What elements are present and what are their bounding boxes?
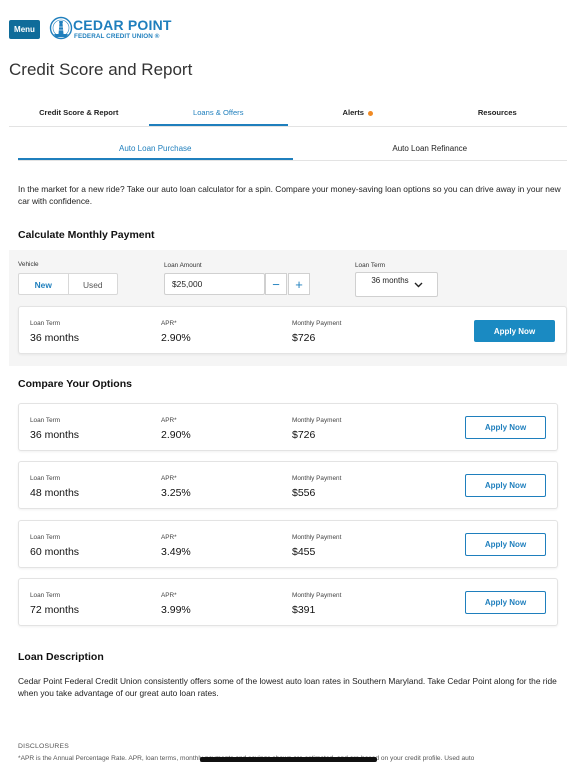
term-value: 36 months: [30, 429, 80, 441]
apr-label: APR*: [161, 417, 177, 424]
term-label: Loan Term: [30, 417, 61, 424]
apr-value: 3.49%: [161, 546, 191, 558]
term-value: 60 months: [30, 546, 80, 558]
loan-option-card: Loan Term 72 months APR* 3.99% Monthly P…: [18, 578, 558, 626]
tab-label: Credit Score & Report: [39, 108, 119, 117]
loan-type-tabs: Auto Loan Purchase Auto Loan Refinance: [18, 138, 567, 161]
payment-value: $726: [292, 429, 316, 441]
tab-loans-offers[interactable]: Loans & Offers: [148, 98, 288, 126]
intro-text: In the market for a new ride? Take our a…: [18, 184, 561, 206]
loan-term-value: 36 months: [371, 276, 409, 285]
tab-auto-loan-refinance[interactable]: Auto Loan Refinance: [293, 138, 568, 160]
apr-value: 2.90%: [161, 332, 191, 344]
payment-value: $391: [292, 604, 316, 616]
tab-label: Resources: [477, 108, 517, 117]
logo-subtitle: FEDERAL CREDIT UNION ®: [74, 33, 160, 40]
payment-label: Monthly Payment: [292, 320, 342, 327]
term-value: 48 months: [30, 487, 80, 499]
payment-label: Monthly Payment: [292, 534, 342, 541]
apr-value: 3.99%: [161, 604, 191, 616]
menu-button[interactable]: Menu: [9, 20, 40, 39]
apr-label: APR*: [161, 534, 177, 541]
tab-resources[interactable]: Resources: [428, 98, 568, 126]
calculated-payment-card: Loan Term 36 months APR* 2.90% Monthly P…: [18, 306, 567, 354]
apply-now-button[interactable]: Apply Now: [465, 591, 546, 614]
apr-label: APR*: [161, 592, 177, 599]
payment-value: $556: [292, 487, 316, 499]
vehicle-toggle: New Used: [18, 273, 118, 295]
payment-label: Monthly Payment: [292, 475, 342, 482]
calculator-title: Calculate Monthly Payment: [18, 229, 155, 241]
apply-now-button[interactable]: Apply Now: [474, 320, 555, 342]
payment-label: Monthly Payment: [292, 592, 342, 599]
cedar-point-logo[interactable]: CEDAR POINT FEDERAL CREDIT UNION ®: [49, 16, 171, 44]
term-label: Loan Term: [30, 592, 61, 599]
loan-option-card: Loan Term 48 months APR* 3.25% Monthly P…: [18, 461, 558, 509]
decrease-amount-button[interactable]: −: [265, 273, 287, 295]
vehicle-used-option[interactable]: Used: [69, 274, 118, 294]
loan-term-select[interactable]: 36 months: [355, 272, 438, 297]
loan-description-text: Cedar Point Federal Credit Union consist…: [18, 676, 557, 698]
main-tabs: Credit Score & Report Loans & Offers Ale…: [9, 98, 567, 127]
page-title: Credit Score and Report: [9, 60, 193, 79]
vehicle-label: Vehicle: [18, 261, 39, 268]
site-header: Menu CEDAR POINT FEDERAL CREDIT UNION ®: [0, 0, 576, 52]
logo-name: CEDAR POINT: [73, 17, 172, 33]
payment-value: $455: [292, 546, 316, 558]
term-value: 72 months: [30, 604, 80, 616]
term-label: Loan Term: [30, 475, 61, 482]
apply-now-button[interactable]: Apply Now: [465, 416, 546, 439]
apr-value: 2.90%: [161, 429, 191, 441]
apr-value: 3.25%: [161, 487, 191, 499]
loan-amount-label: Loan Amount: [164, 262, 202, 269]
loan-description-title: Loan Description: [18, 651, 104, 663]
calculator-panel: Vehicle New Used Loan Amount − + Loan Te…: [9, 250, 567, 366]
compare-title: Compare Your Options: [18, 378, 132, 390]
apply-now-button[interactable]: Apply Now: [465, 533, 546, 556]
loan-option-card: Loan Term 36 months APR* 2.90% Monthly P…: [18, 403, 558, 451]
tab-label: Alerts: [342, 108, 365, 117]
term-value: 36 months: [30, 332, 80, 344]
alert-dot-icon: [368, 110, 374, 116]
loan-amount-input[interactable]: [164, 273, 265, 295]
tab-alerts[interactable]: Alerts: [288, 98, 428, 126]
lighthouse-seal-icon: [49, 16, 73, 40]
chevron-down-icon: [414, 280, 423, 290]
redaction-mark: [200, 757, 377, 762]
apr-label: APR*: [161, 320, 177, 327]
payment-value: $726: [292, 332, 316, 344]
term-label: Loan Term: [30, 320, 61, 327]
payment-label: Monthly Payment: [292, 417, 342, 424]
tab-credit-score-report[interactable]: Credit Score & Report: [9, 98, 149, 126]
loan-term-label: Loan Term: [355, 262, 386, 269]
apr-label: APR*: [161, 475, 177, 482]
vehicle-new-option[interactable]: New: [19, 274, 69, 294]
tab-label: Loans & Offers: [192, 108, 244, 117]
apply-now-button[interactable]: Apply Now: [465, 474, 546, 497]
disclosures-title: DISCLOSURES: [18, 743, 69, 750]
tab-auto-loan-purchase[interactable]: Auto Loan Purchase: [18, 138, 293, 160]
increase-amount-button[interactable]: +: [288, 273, 310, 295]
term-label: Loan Term: [30, 534, 61, 541]
loan-option-card: Loan Term 60 months APR* 3.49% Monthly P…: [18, 520, 558, 568]
